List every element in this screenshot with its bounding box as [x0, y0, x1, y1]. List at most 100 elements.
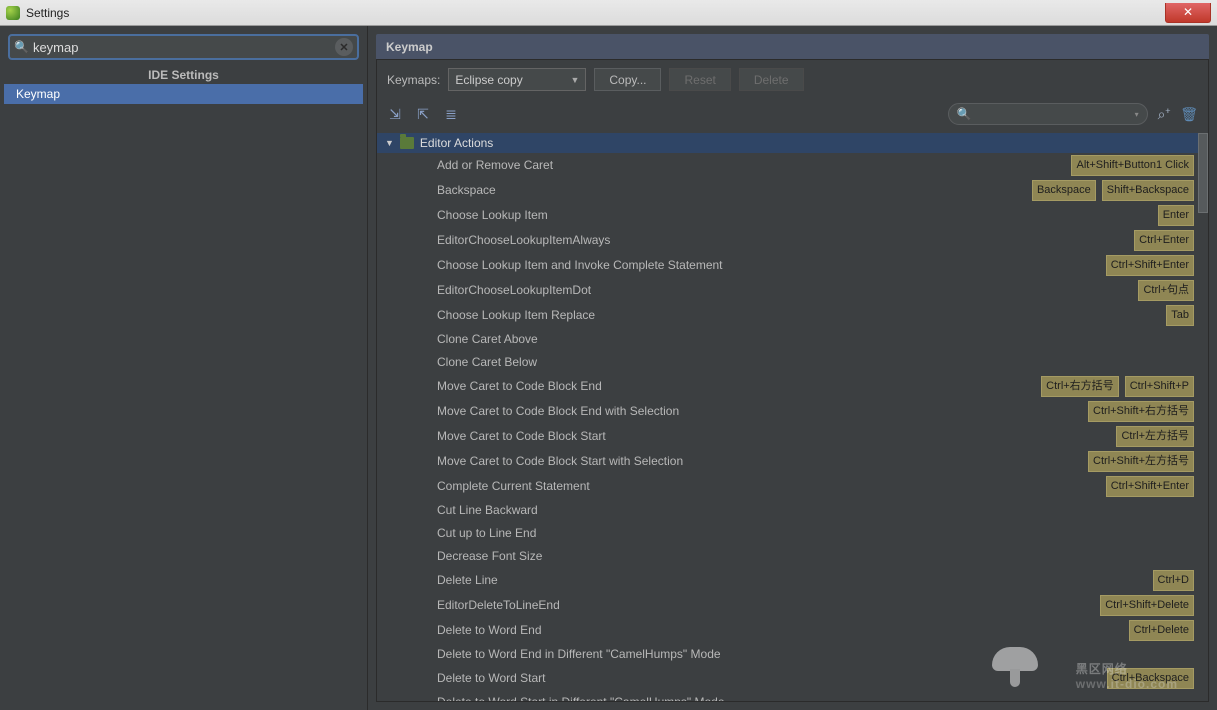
action-row[interactable]: Delete to Word Start Ctrl+Backspace [377, 666, 1208, 691]
action-name: Delete to Word End [437, 621, 542, 640]
keymap-scheme-select[interactable]: Eclipse copy ▼ [448, 68, 586, 91]
tree-scrollbar[interactable] [1198, 133, 1208, 701]
shortcut-badge: Tab [1166, 305, 1194, 326]
settings-search-input[interactable] [33, 40, 335, 55]
tree-group-label: Editor Actions [420, 136, 493, 150]
action-shortcuts: Ctrl+句点 [1138, 280, 1194, 301]
copy-button[interactable]: Copy... [594, 68, 661, 91]
action-name: Choose Lookup Item Replace [437, 306, 595, 325]
action-name: Choose Lookup Item and Invoke Complete S… [437, 256, 723, 275]
expand-all-icon[interactable]: ⇲ [387, 106, 403, 122]
action-name: Move Caret to Code Block End [437, 377, 602, 396]
window-close-button[interactable]: ✕ [1165, 3, 1211, 23]
action-row[interactable]: Add or Remove Caret Alt+Shift+Button1 Cli… [377, 153, 1208, 178]
action-name: Delete to Word Start in Different "Camel… [437, 693, 725, 701]
action-shortcuts: Alt+Shift+Button1 Click [1071, 155, 1194, 176]
collapse-all-icon[interactable]: ⇱ [415, 106, 431, 122]
action-row[interactable]: Delete Line Ctrl+D [377, 568, 1208, 593]
keymaps-label: Keymaps: [387, 73, 440, 87]
action-name: Decrease Font Size [437, 547, 542, 566]
clear-search-icon[interactable]: ✕ [335, 38, 353, 56]
action-row[interactable]: Delete to Word End in Different "CamelHu… [377, 643, 1208, 666]
reset-button[interactable]: Reset [669, 68, 730, 91]
action-row[interactable]: Complete Current StatementCtrl+Shift+Ent… [377, 474, 1208, 499]
action-shortcuts: Ctrl+D [1153, 570, 1194, 591]
shortcut-badge: Ctrl+D [1153, 570, 1194, 591]
action-name: Clone Caret Above [437, 330, 538, 349]
shortcut-badge: Ctrl+Shift+P [1125, 376, 1194, 397]
action-shortcuts: Ctrl+Delete [1129, 620, 1194, 641]
shortcut-badge: Ctrl+Backspace [1107, 668, 1194, 689]
shortcut-badge: Enter [1158, 205, 1194, 226]
action-row[interactable]: Move Caret to Code Block End with Select… [377, 399, 1208, 424]
folder-icon [400, 137, 414, 149]
action-row[interactable]: Choose Lookup Item Replace Tab [377, 303, 1208, 328]
action-name: Add or Remove Caret [437, 156, 553, 175]
settings-sidebar: 🔍 ✕ IDE Settings Keymap [0, 26, 368, 710]
delete-button[interactable]: Delete [739, 68, 804, 91]
action-shortcuts: Ctrl+Shift+Delete [1100, 595, 1194, 616]
edit-shortcut-icon[interactable]: ≣ [443, 106, 459, 122]
settings-search[interactable]: 🔍 ✕ [8, 34, 359, 60]
action-name: Delete to Word Start [437, 669, 546, 688]
action-name: EditorDeleteToLineEnd [437, 596, 560, 615]
action-shortcuts: Ctrl+右方括号 Ctrl+Shift+P [1041, 376, 1194, 397]
sidebar-item-keymap[interactable]: Keymap [4, 84, 363, 104]
keymap-tree[interactable]: ▼ Editor Actions Add or Remove Caret Alt+… [377, 133, 1208, 701]
action-row[interactable]: Clone Caret Above [377, 328, 1208, 351]
search-icon: 🔍 [957, 107, 972, 121]
shortcut-badge: Ctrl+Shift+Enter [1106, 255, 1194, 276]
keymap-scheme-value: Eclipse copy [455, 73, 522, 87]
action-row[interactable]: Cut up to Line End [377, 522, 1208, 545]
chevron-down-icon: ▼ [570, 75, 579, 85]
shortcut-badge: Ctrl+左方括号 [1116, 426, 1194, 447]
find-by-shortcut-icon[interactable]: ⌕⁺ [1158, 106, 1171, 123]
action-name: Backspace [437, 181, 496, 200]
shortcut-badge: Shift+Backspace [1102, 180, 1194, 201]
action-shortcuts: BackspaceShift+Backspace [1032, 180, 1194, 201]
tree-group-editor-actions[interactable]: ▼ Editor Actions [377, 133, 1208, 153]
action-name: EditorChooseLookupItemDot [437, 281, 591, 300]
action-name: Choose Lookup Item [437, 206, 548, 225]
action-name: Delete to Word End in Different "CamelHu… [437, 645, 721, 664]
shortcut-badge: Ctrl+Shift+Delete [1100, 595, 1194, 616]
shortcut-badge: Alt+Shift+Button1 Click [1071, 155, 1194, 176]
action-row[interactable]: EditorChooseLookupItemDot Ctrl+句点 [377, 278, 1208, 303]
window-title: Settings [26, 6, 69, 20]
shortcut-badge: Ctrl+Delete [1129, 620, 1194, 641]
action-shortcuts: Enter [1158, 205, 1194, 226]
action-row[interactable]: Move Caret to Code Block EndCtrl+右方括号Ctr… [377, 374, 1208, 399]
app-icon [6, 6, 20, 20]
trash-icon[interactable]: 🗑 [1180, 106, 1198, 123]
action-name: Cut up to Line End [437, 524, 536, 543]
action-row[interactable]: Delete to Word End Ctrl+Delete [377, 618, 1208, 643]
scrollbar-thumb[interactable] [1198, 133, 1208, 213]
action-row[interactable]: EditorChooseLookupItemAlwaysCtrl+Enter [377, 228, 1208, 253]
shortcut-badge: Ctrl+Shift+左方括号 [1088, 451, 1194, 472]
action-filter-input[interactable] [976, 107, 1133, 121]
action-row[interactable]: Backspace BackspaceShift+Backspace [377, 178, 1208, 203]
action-name: Move Caret to Code Block End with Select… [437, 402, 679, 421]
action-shortcuts: Ctrl+Enter [1134, 230, 1194, 251]
keymap-toolbar: Keymaps: Eclipse copy ▼ Copy... Reset De… [377, 60, 1208, 99]
action-row[interactable]: Choose Lookup Item Enter [377, 203, 1208, 228]
search-icon: 🔍 [14, 40, 29, 54]
action-row[interactable]: Move Caret to Code Block Start with Sele… [377, 449, 1208, 474]
shortcut-badge: Ctrl+Shift+Enter [1106, 476, 1194, 497]
action-row[interactable]: Decrease Font Size [377, 545, 1208, 568]
action-shortcuts: Tab [1166, 305, 1194, 326]
action-row[interactable]: Delete to Word Start in Different "Camel… [377, 691, 1208, 701]
action-shortcuts: Ctrl+Backspace [1107, 668, 1194, 689]
action-row[interactable]: Choose Lookup Item and Invoke Complete S… [377, 253, 1208, 278]
action-name: Move Caret to Code Block Start [437, 427, 606, 446]
action-shortcuts: Ctrl+左方括号 [1116, 426, 1194, 447]
action-row[interactable]: EditorDeleteToLineEnd Ctrl+Shift+Delete [377, 593, 1208, 618]
action-row[interactable]: Move Caret to Code Block Start Ctrl+左方括号 [377, 424, 1208, 449]
keymap-secondary-toolbar: ⇲ ⇱ ≣ 🔍 ▾ ⌕⁺ 🗑 [377, 99, 1208, 133]
action-filter[interactable]: 🔍 ▾ [948, 103, 1148, 125]
action-row[interactable]: Clone Caret Below [377, 351, 1208, 374]
action-name: Delete Line [437, 571, 498, 590]
settings-detail-panel: Keymap Keymaps: Eclipse copy ▼ Copy... R… [368, 26, 1217, 710]
shortcut-badge: Ctrl+右方括号 [1041, 376, 1119, 397]
action-row[interactable]: Cut Line Backward [377, 499, 1208, 522]
